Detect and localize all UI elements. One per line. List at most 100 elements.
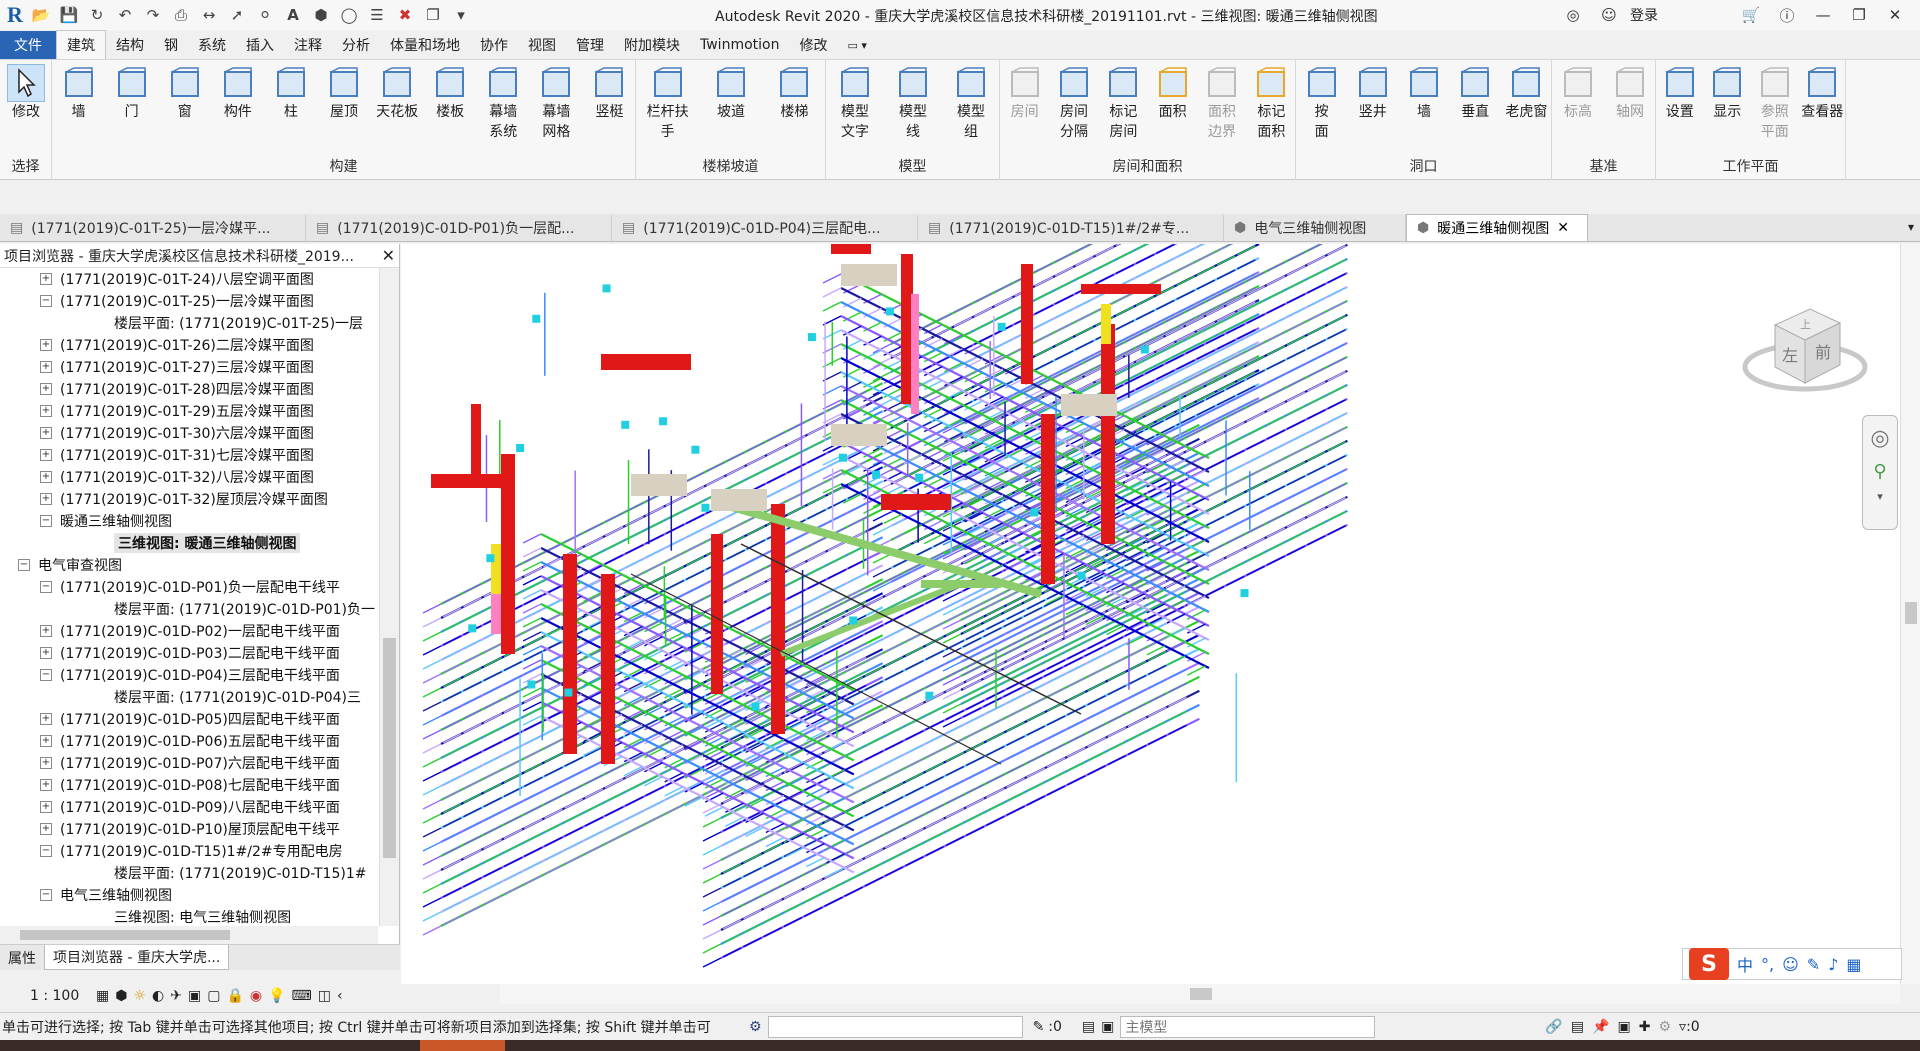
- browser-tree-item[interactable]: + (1771(2019)C-01T-32)屋顶层冷媒平面图: [0, 488, 378, 510]
- ribbon-group-title[interactable]: 洞口: [1296, 156, 1551, 176]
- browser-tree-item[interactable]: − 电气三维轴侧视图: [0, 884, 378, 906]
- close-icon[interactable]: ✕: [1880, 6, 1910, 24]
- browser-tree-item[interactable]: + (1771(2019)C-01T-30)六层冷媒平面图: [0, 422, 378, 444]
- ribbon-button[interactable]: 面积 边界: [1198, 64, 1246, 142]
- detail-level-icon[interactable]: ▦: [96, 988, 109, 1004]
- mep-3d-model[interactable]: [401, 159, 1901, 984]
- project-browser-tab[interactable]: 项目浏览器 - 重庆大学虎...: [44, 945, 230, 970]
- ribbon-group-title[interactable]: 工作平面: [1656, 156, 1845, 176]
- tab-list-dropdown-icon[interactable]: ▾: [1908, 220, 1914, 234]
- 3d-view-canvas[interactable]: [401, 159, 1901, 984]
- binoculars-icon[interactable]: ◎: [1558, 6, 1588, 24]
- ribbon-button[interactable]: 模型 线: [889, 64, 937, 142]
- menu-tab[interactable]: 分析: [332, 31, 380, 59]
- document-tab[interactable]: ▤ (1771(2019)C-01D-T15)1#/2#专...: [918, 215, 1224, 241]
- menu-tab[interactable]: 文件: [0, 31, 56, 59]
- ribbon-group-title[interactable]: 房间和面积: [1000, 156, 1295, 176]
- sun-path-icon[interactable]: ☼: [133, 988, 146, 1004]
- ribbon-button[interactable]: 坡道: [707, 64, 755, 122]
- cart-icon[interactable]: 🛒: [1736, 6, 1766, 24]
- browser-tree-item[interactable]: − (1771(2019)C-01D-P04)三层配电干线平面: [0, 664, 378, 686]
- menu-tab[interactable]: 注释: [284, 31, 332, 59]
- menu-tab[interactable]: 管理: [566, 31, 614, 59]
- browser-tree-item[interactable]: 楼层平面: (1771(2019)C-01D-P01)负一: [0, 598, 378, 620]
- dimension-icon[interactable]: ➚: [224, 3, 250, 27]
- ribbon-button[interactable]: 标记 房间: [1099, 64, 1147, 142]
- visual-style-icon[interactable]: ⬢: [115, 988, 127, 1004]
- menu-tab[interactable]: 钢: [154, 31, 188, 59]
- expand-icon[interactable]: +: [40, 625, 52, 637]
- undo-icon[interactable]: ↶: [112, 3, 138, 27]
- ime-language[interactable]: 中: [1737, 952, 1753, 976]
- filter-icon[interactable]: ▿: [1679, 1019, 1686, 1035]
- expand-icon[interactable]: +: [40, 427, 52, 439]
- expand-icon[interactable]: +: [40, 361, 52, 373]
- expand-icon[interactable]: +: [40, 449, 52, 461]
- ribbon-group-title[interactable]: 楼梯坡道: [636, 156, 825, 176]
- ribbon-button[interactable]: 查看器: [1798, 64, 1846, 122]
- menu-tab[interactable]: 协作: [470, 31, 518, 59]
- user-icon[interactable]: ☺: [1594, 6, 1624, 24]
- ribbon-button[interactable]: 标高: [1554, 64, 1602, 122]
- temp-hide-icon[interactable]: ◉: [250, 988, 262, 1004]
- ribbon-group-title[interactable]: 模型: [826, 156, 999, 176]
- ribbon-button[interactable]: 设置: [1656, 64, 1704, 122]
- browser-tree-item[interactable]: + (1771(2019)C-01D-P03)二层配电干线平面: [0, 642, 378, 664]
- scroll-thumb[interactable]: [1905, 602, 1917, 624]
- scroll-thumb[interactable]: [20, 930, 230, 940]
- mic-icon[interactable]: ♪: [1828, 955, 1838, 974]
- expand-icon[interactable]: +: [40, 779, 52, 791]
- menu-tab[interactable]: 附加模块: [614, 31, 690, 59]
- ribbon-button[interactable]: 参照 平面: [1751, 64, 1799, 142]
- ribbon-button[interactable]: 楼板: [426, 64, 474, 122]
- collapse-icon[interactable]: −: [18, 559, 30, 571]
- browser-tree-item[interactable]: + (1771(2019)C-01T-31)七层冷媒平面图: [0, 444, 378, 466]
- browser-tree-item[interactable]: + (1771(2019)C-01D-P10)屋顶层配电干线平: [0, 818, 378, 840]
- expand-icon[interactable]: +: [40, 647, 52, 659]
- ribbon-button[interactable]: 显示: [1703, 64, 1751, 122]
- ribbon-button[interactable]: 模型 文字: [831, 64, 879, 142]
- document-tab[interactable]: ⬢ 暖通三维轴侧视图 ✕: [1406, 214, 1588, 241]
- browser-tree-item[interactable]: − (1771(2019)C-01D-P01)负一层配电干线平: [0, 576, 378, 598]
- collapse-icon[interactable]: −: [40, 295, 52, 307]
- ribbon-button[interactable]: 墙: [55, 64, 103, 122]
- browser-tree-item[interactable]: + (1771(2019)C-01T-24)八层空调平面图: [0, 268, 378, 290]
- ribbon-button[interactable]: 按 面: [1298, 64, 1346, 142]
- browser-tree-item[interactable]: + (1771(2019)C-01T-27)三层冷媒平面图: [0, 356, 378, 378]
- browser-tree-item[interactable]: + (1771(2019)C-01T-28)四层冷媒平面图: [0, 378, 378, 400]
- menu-tab[interactable]: 插入: [236, 31, 284, 59]
- background-process-icon[interactable]: ⚙: [1658, 1019, 1671, 1035]
- ribbon-button[interactable]: 柱: [267, 64, 315, 122]
- tag-icon[interactable]: ⚪: [252, 3, 278, 27]
- ribbon-button[interactable]: 竖梃: [585, 64, 633, 122]
- ribbon-button[interactable]: 老虎窗: [1502, 64, 1550, 122]
- login-link[interactable]: 登录: [1630, 5, 1730, 25]
- viewcube[interactable]: 左 前 上: [1740, 295, 1870, 405]
- ribbon-group-title[interactable]: 构建: [52, 156, 635, 176]
- design-option-dropdown[interactable]: 主模型: [1120, 1015, 1376, 1038]
- editable-icon[interactable]: ✎: [1033, 1019, 1045, 1035]
- ribbon-button[interactable]: 模型 组: [947, 64, 995, 142]
- revit-logo-icon[interactable]: R: [4, 2, 26, 27]
- expand-icon[interactable]: +: [40, 735, 52, 747]
- expand-icon[interactable]: +: [40, 823, 52, 835]
- ribbon-button[interactable]: 楼梯: [770, 64, 818, 122]
- ribbon-button[interactable]: 竖井: [1349, 64, 1397, 122]
- browser-horizontal-scrollbar[interactable]: [0, 926, 378, 944]
- crop-view-icon[interactable]: ▣: [188, 988, 201, 1004]
- ribbon-button[interactable]: 天花板: [373, 64, 421, 122]
- pinned-select-icon[interactable]: 📌: [1592, 1019, 1609, 1035]
- link-select-icon[interactable]: 🔗: [1545, 1019, 1562, 1035]
- ribbon-button[interactable]: 面积: [1149, 64, 1197, 122]
- drag-select-icon[interactable]: ✚: [1639, 1019, 1651, 1035]
- browser-tree-item[interactable]: + (1771(2019)C-01D-P07)六层配电干线平面: [0, 752, 378, 774]
- lock-view-icon[interactable]: 🔒: [226, 988, 243, 1004]
- browser-tree-item[interactable]: 楼层平面: (1771(2019)C-01D-T15)1#: [0, 862, 378, 884]
- ribbon-button[interactable]: 标记 面积: [1247, 64, 1295, 142]
- shadows-icon[interactable]: ◐: [152, 988, 164, 1004]
- qat-dropdown-icon[interactable]: ▾: [448, 3, 474, 27]
- expand-icon[interactable]: +: [40, 405, 52, 417]
- thin-lines-icon[interactable]: ☰: [364, 3, 390, 27]
- scroll-thumb[interactable]: [383, 638, 396, 858]
- help-icon[interactable]: ⓘ: [1772, 5, 1802, 26]
